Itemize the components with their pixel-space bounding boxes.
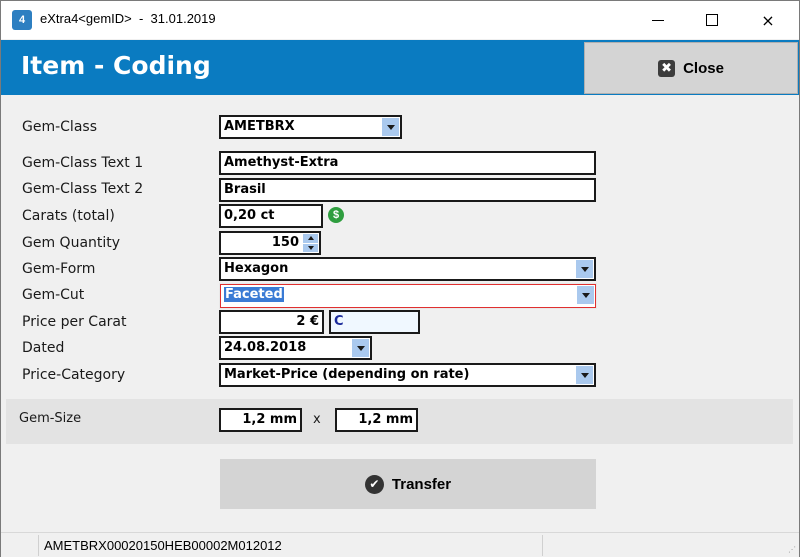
gem-form-select[interactable]: Hexagon <box>219 257 596 281</box>
dated-value: 24.08.2018 <box>224 340 307 355</box>
spinner <box>303 234 318 252</box>
close-button-label: Close <box>683 59 724 77</box>
gem-class-select[interactable]: AMETBRX <box>219 115 402 139</box>
status-item-code: AMETBRX00020150HEB00002M012012 <box>44 538 282 553</box>
decrement-icon[interactable] <box>303 243 318 252</box>
price-category-select[interactable]: Market-Price (depending on rate) <box>219 363 596 387</box>
window-close-button[interactable]: × <box>745 1 791 39</box>
resize-grip-icon[interactable]: ⋰ <box>788 545 796 554</box>
transfer-button[interactable]: ✔ Transfer <box>220 459 596 509</box>
gem-class-text2-input[interactable]: Brasil <box>219 178 596 202</box>
gem-quantity-value: 150 <box>271 235 299 250</box>
window-title: eXtra4<gemID> - 31.01.2019 <box>40 11 216 26</box>
gem-size-separator: x <box>313 412 321 427</box>
gem-size-panel: Gem-Size 1,2 mm x 1,2 mm <box>6 399 793 444</box>
currency-code-value: C <box>334 314 344 329</box>
price-category-value: Market-Price (depending on rate) <box>224 367 470 382</box>
gem-cut-label: Gem-Cut <box>22 287 85 303</box>
page-title: Item - Coding <box>21 51 211 80</box>
gem-form-value: Hexagon <box>224 261 289 276</box>
close-square-icon: ✖ <box>658 59 676 77</box>
title-bar: 4 eXtra4<gemID> - 31.01.2019 × <box>1 1 799 39</box>
chevron-down-icon[interactable] <box>576 260 593 278</box>
gem-class-text2-value: Brasil <box>224 182 266 197</box>
gem-quantity-label: Gem Quantity <box>22 235 121 251</box>
gem-class-text1-value: Amethyst-Extra <box>224 155 339 170</box>
gem-size-width-value: 1,2 mm <box>242 412 297 427</box>
close-x-icon: × <box>761 10 775 30</box>
increment-icon[interactable] <box>303 234 318 243</box>
gem-cut-value: Faceted <box>224 287 284 302</box>
status-bar: AMETBRX00020150HEB00002M012012 ⋰ <box>1 532 799 557</box>
status-divider <box>38 535 39 556</box>
app-window: 4 eXtra4<gemID> - 31.01.2019 × Item - Co… <box>0 0 800 557</box>
gem-class-value: AMETBRX <box>224 119 295 134</box>
gem-size-height-value: 1,2 mm <box>358 412 413 427</box>
carats-input[interactable]: 0,20 ct <box>219 204 323 228</box>
gem-class-text1-input[interactable]: Amethyst-Extra <box>219 151 596 175</box>
gem-size-width-input[interactable]: 1,2 mm <box>219 408 302 432</box>
chevron-down-icon[interactable] <box>577 286 594 304</box>
gem-size-height-input[interactable]: 1,2 mm <box>335 408 418 432</box>
price-category-label: Price-Category <box>22 367 126 383</box>
gem-class-text1-label: Gem-Class Text 1 <box>22 155 144 171</box>
currency-code-input[interactable]: C <box>329 310 420 334</box>
gem-cut-select[interactable]: Faceted <box>219 283 597 309</box>
carats-value: 0,20 ct <box>224 208 275 223</box>
dated-picker[interactable]: 24.08.2018 <box>219 336 372 360</box>
price-per-carat-input[interactable]: 2 € <box>219 310 324 334</box>
chevron-down-icon[interactable] <box>576 366 593 384</box>
close-button[interactable]: ✖ Close <box>584 42 798 94</box>
dollar-icon[interactable]: $ <box>328 207 344 223</box>
chevron-down-icon[interactable] <box>382 118 399 136</box>
minimize-button[interactable] <box>635 1 681 39</box>
maximize-button[interactable] <box>689 1 735 39</box>
minimize-icon <box>652 19 664 21</box>
check-circle-icon: ✔ <box>364 474 384 494</box>
app-logo-icon: 4 <box>12 10 32 30</box>
transfer-button-label: Transfer <box>391 475 452 493</box>
dated-label: Dated <box>22 340 65 356</box>
carats-label: Carats (total) <box>22 208 115 224</box>
gem-form-label: Gem-Form <box>22 261 96 277</box>
price-per-carat-label: Price per Carat <box>22 314 127 330</box>
price-per-carat-value: 2 € <box>296 314 319 329</box>
status-divider <box>542 535 543 556</box>
gem-class-label: Gem-Class <box>22 119 97 135</box>
gem-class-text2-label: Gem-Class Text 2 <box>22 181 144 197</box>
maximize-icon <box>706 14 718 26</box>
gem-size-label: Gem-Size <box>19 411 82 426</box>
chevron-down-icon[interactable] <box>352 339 369 357</box>
gem-quantity-stepper[interactable]: 150 <box>219 231 321 255</box>
page-header: Item - Coding ✖ Close <box>1 40 799 95</box>
